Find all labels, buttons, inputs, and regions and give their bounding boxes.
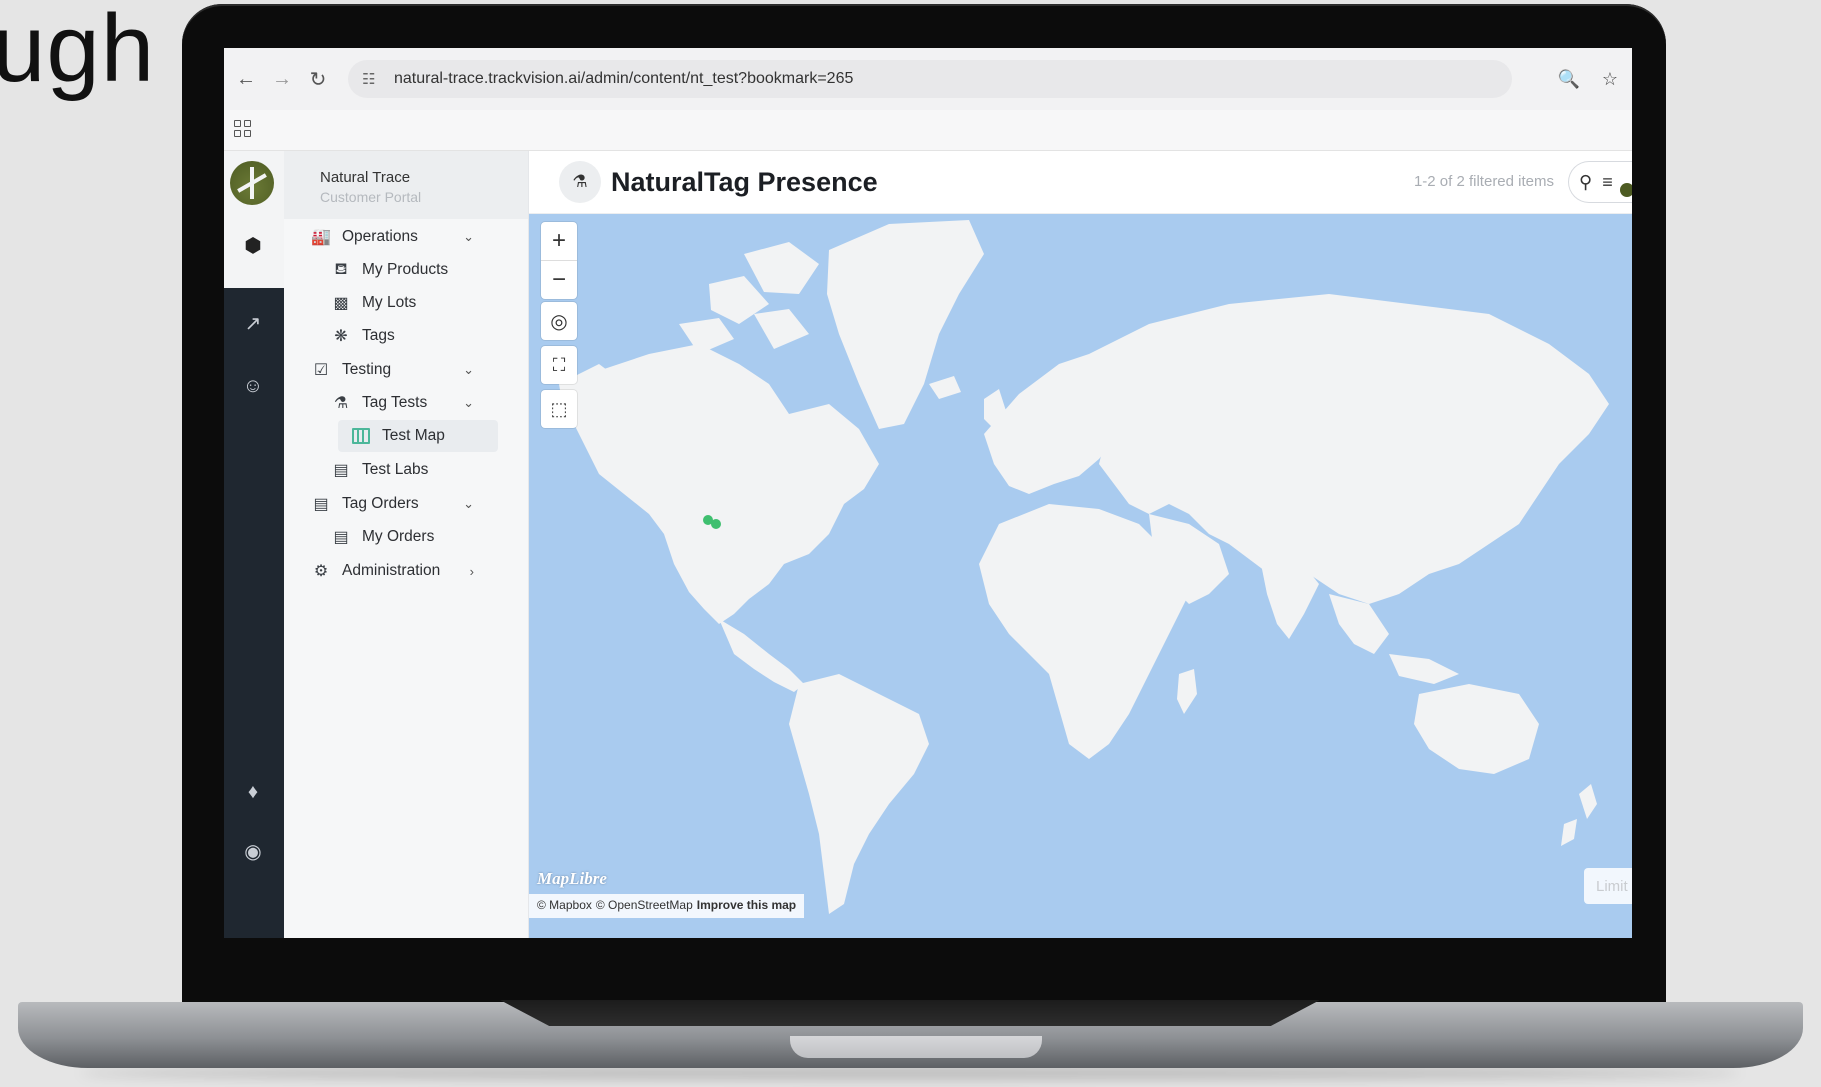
sidebar-item-label: Operations <box>342 228 418 245</box>
zoom-controls: + − <box>541 222 577 299</box>
sidebar-item-label: Tags <box>362 327 395 344</box>
org-name: Natural Trace <box>320 169 411 186</box>
sidebar: Natural Trace Customer Portal 🏭 Operatio… <box>284 151 529 938</box>
sidebar-item-my-orders[interactable]: ▤ My Orders <box>330 521 474 553</box>
sidebar-item-label: My Orders <box>362 528 435 545</box>
lab-icon: ▤ <box>333 462 349 479</box>
screen: ← → ↻ ☷ natural-trace.trackvision.ai/adm… <box>224 48 1632 938</box>
factory-icon: 🏭 <box>311 229 331 246</box>
map-land <box>559 220 1609 914</box>
sidebar-item-tag-orders[interactable]: ▤ Tag Orders ⌄ <box>310 488 474 520</box>
laptop-notch <box>790 1036 1042 1058</box>
org-header: Natural Trace Customer Portal <box>284 151 528 219</box>
sidebar-item-operations[interactable]: 🏭 Operations ⌄ <box>310 221 474 253</box>
sidebar-item-administration[interactable]: ⚙ Administration › <box>310 555 474 587</box>
sidebar-item-label: Tag Tests <box>362 394 428 411</box>
org-subtitle: Customer Portal <box>320 189 422 205</box>
order-add-icon: ▤ <box>333 529 349 546</box>
sidebar-item-label: Tag Orders <box>342 495 419 512</box>
bell-icon[interactable]: ♦ <box>240 779 266 805</box>
sidebar-item-label: Testing <box>342 361 392 378</box>
reload-icon[interactable]: ↻ <box>304 65 332 93</box>
sidebar-item-test-map[interactable]: Test Map <box>338 420 498 452</box>
attribution-mapbox[interactable]: © Mapbox <box>537 898 592 914</box>
search-icon[interactable]: ⚲ <box>1579 172 1592 193</box>
module-rail: ⬢ ↗ ☺ ♦ ◉ <box>224 151 284 938</box>
laptop-hinge <box>500 1000 1320 1026</box>
sidebar-item-my-lots[interactable]: ▩ My Lots <box>330 287 474 319</box>
map-attribution: © Mapbox © OpenStreetMap Improve this ma… <box>529 894 805 918</box>
sidebar-item-label: Test Labs <box>362 461 429 478</box>
jar-icon: ▩ <box>333 295 349 312</box>
filter-badge <box>1620 183 1632 197</box>
select-area-control: ⬚ <box>541 390 577 428</box>
arrow-left-icon[interactable]: ← <box>232 65 260 93</box>
sidebar-item-tag-tests[interactable]: ⚗ Tag Tests ⌄ <box>330 387 474 419</box>
sidebar-item-my-products[interactable]: ⛾ My Products <box>330 254 474 286</box>
zoom-out-button[interactable]: − <box>541 260 577 299</box>
address-bar[interactable]: ☷ natural-trace.trackvision.ai/admin/con… <box>348 60 1512 98</box>
limit-button[interactable]: Limit <box>1584 868 1632 904</box>
fullscreen-control: ⛶ <box>541 346 577 384</box>
sidebar-item-testing[interactable]: ☑ Testing ⌄ <box>310 354 474 386</box>
order-icon: ▤ <box>313 496 329 513</box>
maplibre-logo[interactable]: MapLibre <box>537 869 607 889</box>
account-icon[interactable]: ◉ <box>240 839 266 865</box>
page-title: NaturalTag Presence <box>611 167 878 197</box>
arrow-right-icon[interactable]: → <box>268 65 296 93</box>
world-map[interactable]: + − ◎ ⛶ ⬚ MapLibre © Mapbox © OpenStreet… <box>529 214 1632 938</box>
chevron-down-icon[interactable]: ⌄ <box>463 496 474 512</box>
items-count: 1-2 of 2 filtered items <box>1413 173 1554 190</box>
cube-icon[interactable]: ⬢ <box>240 233 266 259</box>
apps-icon[interactable] <box>234 120 252 138</box>
url-text: natural-trace.trackvision.ai/admin/conte… <box>394 70 854 87</box>
sidebar-item-label: Administration <box>342 562 441 579</box>
test-tube-search-icon: ⚗ <box>559 161 601 203</box>
molecule-icon: ❋ <box>334 328 348 345</box>
chevron-down-icon[interactable]: ⌄ <box>463 395 474 411</box>
zoom-in-button[interactable]: + <box>541 222 577 260</box>
sidebar-item-tags[interactable]: ❋ Tags <box>330 320 474 352</box>
geolocate-control: ◎ <box>541 302 577 340</box>
crosshair-icon[interactable]: ◎ <box>541 302 577 340</box>
test-tube-search-icon: ⚗ <box>333 395 349 412</box>
brand-logo[interactable] <box>230 161 274 205</box>
zoom-icon[interactable]: 🔍 <box>1557 69 1579 90</box>
sidebar-item-test-labs[interactable]: ▤ Test Labs <box>330 454 474 486</box>
insights-icon[interactable]: ↗ <box>240 311 266 337</box>
laptop-shadow <box>80 1066 1740 1080</box>
improve-map-link[interactable]: Improve this map <box>697 898 796 914</box>
star-icon[interactable]: ☆ <box>1602 69 1618 90</box>
page-header: ⚗ NaturalTag Presence 1-2 of 2 filtered … <box>529 151 1632 214</box>
sidebar-item-label: My Lots <box>362 294 417 311</box>
bookmarks-bar <box>224 110 1632 151</box>
fullscreen-icon[interactable]: ⛶ <box>541 346 577 384</box>
sidebar-item-label: My Products <box>362 261 449 278</box>
chevron-down-icon[interactable]: ⌄ <box>463 362 474 378</box>
search-filter-pill[interactable]: ⚲ ≡ <box>1568 161 1632 203</box>
browser-toolbar: ← → ↻ ☷ natural-trace.trackvision.ai/adm… <box>224 48 1632 110</box>
attribution-osm[interactable]: © OpenStreetMap <box>596 898 693 914</box>
users-icon[interactable]: ☺ <box>240 373 266 399</box>
map-icon <box>350 426 372 446</box>
gear-cluster-icon: ⚙ <box>313 563 329 580</box>
chevron-down-icon[interactable]: ⌄ <box>463 229 474 245</box>
test-location-marker[interactable] <box>711 519 721 529</box>
select-box-icon[interactable]: ⬚ <box>541 390 577 428</box>
filter-icon[interactable]: ≡ <box>1602 172 1613 193</box>
sidebar-item-label: Test Map <box>382 427 445 444</box>
bottle-icon: ⛾ <box>334 261 348 278</box>
site-settings-icon[interactable]: ☷ <box>362 70 380 88</box>
background-text: ugh <box>0 0 156 102</box>
chevron-right-icon[interactable]: › <box>470 564 474 579</box>
calendar-check-icon: ☑ <box>313 362 329 379</box>
